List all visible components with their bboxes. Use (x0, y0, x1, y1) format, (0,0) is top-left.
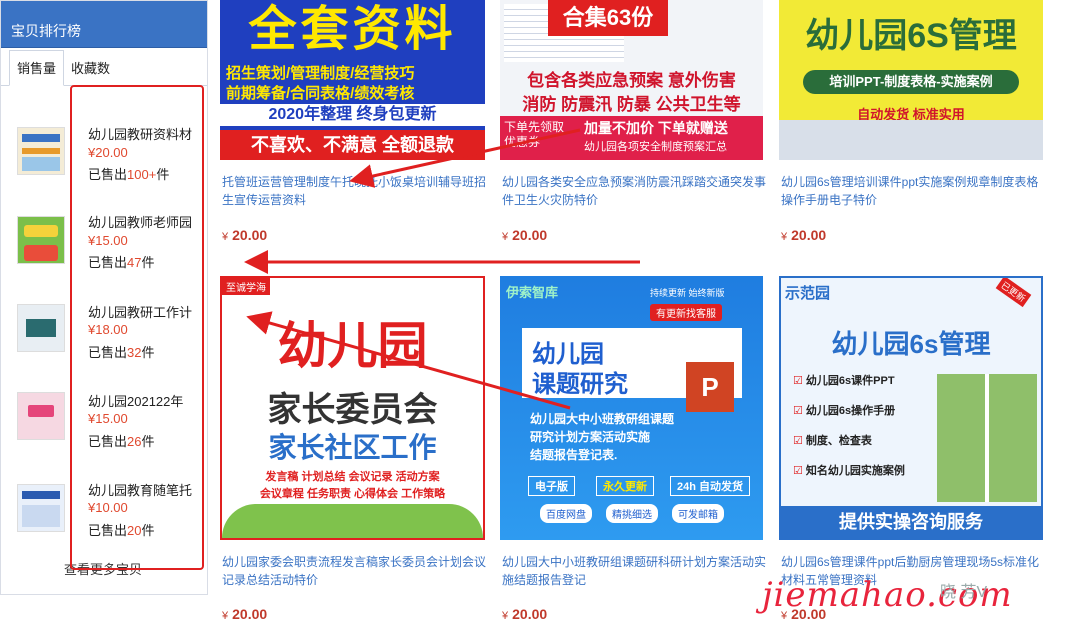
product-image-headline: 全套资料 (248, 3, 457, 56)
checklist-item: ☑ 幼儿园6s课件PPT (793, 375, 895, 387)
product-title[interactable]: 幼儿园家委会职责流程发言稿家长委员会计划会议记录总结活动特价 (222, 553, 487, 589)
rank-thumbnail[interactable] (17, 304, 65, 352)
product-image-headline: 幼儿园6S管理 (805, 17, 1017, 55)
highlight-box (70, 85, 204, 570)
product-image-pill: 电子版 (528, 476, 575, 496)
product-image-brand: 伊索智库 (506, 285, 559, 300)
product-image-text: 持续更新 始终新版 (650, 288, 725, 298)
product-image-pill: 精挑细选 (606, 504, 658, 523)
product-image-text: 幼儿园各项安全制度预案汇总 (584, 141, 727, 153)
product-image-text: 结题报告登记表. (530, 448, 618, 462)
rank-thumbnail[interactable] (17, 127, 65, 175)
checklist-item: ☑ 知名幼儿园实施案例 (793, 465, 905, 477)
product-title[interactable]: 幼儿园6s管理培训课件ppt实施案例规章制度表格操作手册电子特价 (781, 173, 1046, 209)
sidebar-tabs: 销售量 收藏数 (1, 48, 207, 86)
rank-thumbnail[interactable] (17, 392, 65, 440)
product-image-text: 加量不加价 下单就赠送 (584, 120, 728, 136)
product-image[interactable]: 幼儿园6S管理 培训PPT-制度表格-实施案例 自动发货 标准实用 (779, 0, 1043, 160)
product-image[interactable]: 示范园 已更新 幼儿园6s管理 ☑ 幼儿园6s课件PPT ☑ 幼儿园6s操作手册… (779, 276, 1043, 540)
product-image-headline: 课题研究 (532, 371, 628, 398)
checklist-item: ☑ 幼儿园6s操作手册 (793, 405, 896, 417)
product-title[interactable]: 幼儿园大中小班教研组课题研科研计划方案活动实施结题报告登记 (502, 553, 767, 589)
product-price: ¥20.00 (222, 227, 268, 243)
product-image[interactable]: 伊索智库 持续更新 始终新版 有更新找客服 幼儿园 课题研究 P 幼儿园大中小班… (500, 276, 763, 540)
rank-thumbnail[interactable] (17, 216, 65, 264)
product-title[interactable]: 托管班运营管理制度午托晚托小饭桌培训辅导班招生宣传运营资料 (222, 173, 487, 209)
product-price: ¥20.00 (222, 606, 268, 622)
product-image-text: 会议章程 任务职责 心得体会 工作策略 (259, 488, 446, 500)
product-image-text: 招生策划/管理制度/经营技巧 (226, 65, 415, 82)
product-image-pill: 百度网盘 (540, 504, 592, 523)
product-image-text: 培训PPT-制度表格-实施案例 (803, 70, 1019, 94)
powerpoint-icon: P (686, 362, 734, 412)
tab-sales[interactable]: 销售量 (9, 50, 65, 86)
product-image-text: 家长社区工作 (268, 431, 437, 464)
product-image-pill: 24h 自动发货 (670, 476, 751, 496)
product-image-text: 下单先领取 优惠券 (504, 120, 565, 149)
product-price: ¥20.00 (502, 606, 548, 622)
product-price: ¥20.00 (502, 227, 548, 243)
product-image-tag: 至诚学海 (222, 278, 270, 295)
watermark-small: 晓 芳V (940, 584, 988, 601)
sidebar-title: 宝贝排行榜 (1, 1, 207, 48)
product-price: ¥20.00 (781, 227, 827, 243)
product-image[interactable]: 合集63份 包含各类应急预案 意外伤害 消防 防震汛 防暴 公共卫生等 下单先领… (500, 0, 763, 160)
product-image-text: 幼儿园大中小班教研组课题 (530, 412, 675, 426)
product-image[interactable]: 全套资料 招生策划/管理制度/经营技巧 前期筹备/合同表格/绩效考核 2020年… (220, 0, 485, 160)
product-image-text: 研究计划方案活动实施 (530, 430, 651, 444)
product-image-headline: 幼儿园 (277, 316, 428, 375)
product-image-pill: 永久更新 (596, 476, 654, 496)
product-image-pill: 可发邮箱 (672, 504, 724, 523)
tab-favorites[interactable]: 收藏数 (64, 58, 117, 85)
product-image-text: 不喜欢、不满意 全额退款 (220, 130, 485, 160)
photo-grid (937, 374, 1037, 502)
product-image-text: 包含各类应急预案 意外伤害 (527, 71, 736, 90)
product-image-badge: 合集63份 (548, 0, 668, 36)
product-image-tag: 示范园 (785, 285, 831, 302)
product-image-text: 有更新找客服 (650, 304, 722, 321)
product-image-text: 发言稿 计划总结 会议记录 活动方案 (265, 471, 440, 483)
checklist: ☑ 幼儿园6s课件PPT ☑ 幼儿园6s操作手册 ☑ 制度、检查表 ☑ 知名幼儿… (793, 372, 905, 478)
product-image[interactable]: 至诚学海 幼儿园 家长委员会 家长社区工作 发言稿 计划总结 会议记录 活动方案… (220, 276, 485, 540)
product-title[interactable]: 幼儿园各类安全应急预案消防震汛踩踏交通突发事件卫生火灾防特价 (502, 173, 767, 209)
product-image-text: 2020年整理 终身包更新 (220, 104, 485, 126)
product-image-text: 家长委员会 (267, 390, 438, 430)
product-image-footer: 提供实操咨询服务 (781, 506, 1041, 538)
product-image-tag: 已更新 (995, 278, 1032, 308)
product-image-headline: 幼儿园6s管理 (831, 329, 991, 359)
product-image-text: 前期筹备/合同表格/绩效考核 (226, 85, 415, 102)
checklist-item: ☑ 制度、检查表 (793, 435, 872, 447)
rank-thumbnail[interactable] (17, 484, 65, 532)
product-image-text: 消防 防震汛 防暴 公共卫生等 (522, 95, 741, 114)
